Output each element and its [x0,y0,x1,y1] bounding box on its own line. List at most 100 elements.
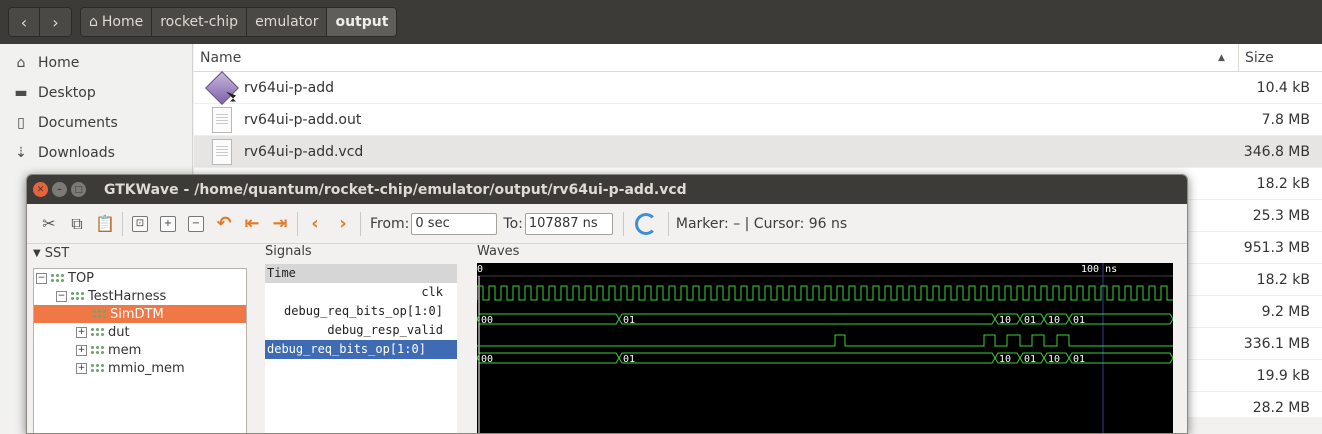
back-button[interactable]: ‹ [8,7,40,37]
title-bar[interactable]: ✕ – □ GTKWave - /home/quantum/rocket-chi… [27,175,1187,204]
column-size[interactable]: Size [1238,43,1322,72]
chevron-right-icon: › [52,12,59,32]
tree-node-label: SimDTM [110,306,164,322]
chevron-left-icon: ‹ [311,213,319,234]
debug-req-bits-op-selected-trace-value-label: 00 [481,354,493,365]
zoom-end-button[interactable]: ⇥ [266,210,294,238]
collapse-icon[interactable]: − [36,272,47,284]
tree-node-label: mmio_mem [108,360,185,376]
forward-button[interactable]: › [40,7,72,37]
zoom-fit-button[interactable]: ⊡ [126,210,154,238]
chevron-right-icon: › [339,213,347,234]
zoom-start-button[interactable]: ⇤ [238,210,266,238]
signals-pane: Signals Time clk debug_req_bits_op[1:0] … [263,244,463,433]
desktop-folder-icon: ▬ [14,85,28,101]
zoom-undo-button[interactable]: ↶ [210,210,238,238]
copy-button[interactable]: ⧉ [63,210,91,238]
debug-req-bits-op-trace-value-label: 01 [1024,315,1036,326]
from-time-input[interactable] [411,212,498,235]
signal-row[interactable]: debug_req_bits_op[1:0] [265,302,457,321]
minimize-button[interactable]: – [52,182,67,197]
from-label: From: [370,215,410,232]
file-size: 18.2 kB [1256,175,1310,192]
jump-end-icon: ⇥ [272,213,288,234]
collapse-icon[interactable]: − [56,290,67,302]
tree-node-testharness[interactable]: − TestHarness [34,287,246,305]
zoom-in-button[interactable]: + [154,210,182,238]
signal-row-selected[interactable]: debug_req_bits_op[1:0] [265,340,457,359]
breadcrumb-emulator[interactable]: emulator [247,7,328,37]
cut-button[interactable]: ✂ [35,210,63,238]
tree-node-simdtm[interactable]: SimDTM [34,305,246,323]
signal-row[interactable]: debug_resp_valid [265,321,457,340]
sidebar-item-documents[interactable]: ▯ Documents [0,108,192,138]
file-size: 10.4 kB [1256,79,1310,96]
debug-req-bits-op-selected-trace-segment [618,352,996,364]
debug-req-bits-op-trace-segment [477,313,620,325]
expand-icon[interactable]: + [76,344,87,356]
sst-pane: ▼ SST − TOP − TestHarness SimDTM + dut +… [27,244,255,433]
sort-ascending-icon: ▲ [1218,52,1225,63]
debug-req-bits-op-trace-value-label: 01 [1073,315,1085,326]
debug-req-bits-op-selected-trace-value-label: 01 [1024,354,1036,365]
executable-icon [205,70,239,105]
next-edge-button[interactable]: › [329,210,357,238]
waveform-canvas[interactable]: 0 100 ns 00 01 10 01 10 01 00 01 10 01 10 01 [477,263,1173,434]
path-bar: ‹ › ⌂ Home rocket-chip emulator output [0,0,1322,44]
debug-req-bits-op-selected-trace-value-label: 10 [999,354,1011,365]
file-size: 951.3 MB [1243,239,1310,256]
copy-icon: ⧉ [71,213,83,233]
breadcrumb-label: emulator [255,14,319,30]
toolbar: ✂ ⧉ 📋 ⊡ + − ↶ ⇤ ⇥ ‹ › From: To: Marker: … [27,204,1187,244]
file-row-selected[interactable]: rv64ui-p-add.vcd 346.8 MB [194,136,1322,168]
waves-pane: Waves 0 100 ns 00 01 10 01 10 01 00 01 10 01 10 01 [473,244,1185,434]
text-file-icon [208,106,238,134]
close-button[interactable]: ✕ [33,182,48,197]
signals-header: Signals [265,244,312,259]
hierarchy-icon [90,363,104,373]
zoom-out-icon: − [188,215,204,232]
file-size: 346.8 MB [1243,143,1310,160]
breadcrumb-label: rocket-chip [160,14,239,30]
zoom-out-button[interactable]: − [182,210,210,238]
breadcrumb-home[interactable]: ⌂ Home [80,7,153,37]
minimize-icon: – [57,184,62,195]
signal-row[interactable]: clk [265,283,457,302]
zoom-in-icon: + [160,215,176,232]
reload-icon[interactable] [634,212,657,235]
tree-node-mmio-mem[interactable]: + mmio_mem [34,359,246,377]
tree-node-top[interactable]: − TOP [34,269,246,287]
file-row[interactable]: rv64ui-p-add.out 7.8 MB [194,104,1322,136]
hierarchy-icon [70,291,84,301]
breadcrumb-output[interactable]: output [327,7,398,37]
maximize-icon: □ [74,184,83,195]
signal-row-time[interactable]: Time [265,264,457,283]
toolbar-separator [667,211,669,236]
sidebar-item-label: Home [38,55,80,71]
expand-icon[interactable]: + [76,362,87,374]
breadcrumb-label: output [335,14,389,30]
column-header: Name ▲ Size [194,43,1322,72]
to-label: To: [503,215,523,232]
sidebar-item-home[interactable]: ⌂ Home [0,48,192,78]
file-name: rv64ui-p-add [244,79,334,96]
tree-node-dut[interactable]: + dut [34,323,246,341]
breadcrumb-rocket-chip[interactable]: rocket-chip [152,7,248,37]
window-title: GTKWave - /home/quantum/rocket-chip/emul… [104,181,687,198]
expand-icon[interactable]: + [76,326,87,338]
sidebar-item-desktop[interactable]: ▬ Desktop [0,78,192,108]
file-size: 9.2 MB [1261,303,1310,320]
file-row[interactable]: rv64ui-p-add 10.4 kB [194,70,1322,105]
tree-node-label: TestHarness [88,288,167,304]
tree-node-mem[interactable]: + mem [34,341,246,359]
toolbar-separator [122,211,123,236]
column-name[interactable]: Name [194,50,1218,66]
sidebar-item-label: Downloads [38,145,115,161]
debug-req-bits-op-trace-value-label: 01 [623,315,635,326]
prev-edge-button[interactable]: ‹ [301,210,329,238]
to-time-input[interactable] [524,212,613,235]
sst-header[interactable]: ▼ SST [27,244,255,262]
maximize-button[interactable]: □ [71,182,86,197]
paste-button[interactable]: 📋 [91,210,119,238]
sidebar-item-downloads[interactable]: ⇣ Downloads [0,138,192,168]
